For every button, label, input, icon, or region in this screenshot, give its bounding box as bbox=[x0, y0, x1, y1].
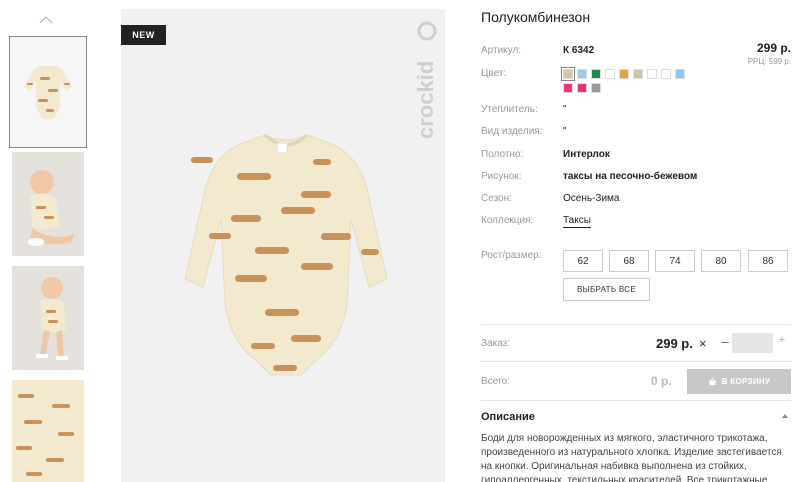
divider bbox=[481, 361, 791, 362]
main-product-image[interactable]: NEW crockid bbox=[121, 9, 445, 482]
size-option-68[interactable]: 68 bbox=[609, 250, 649, 272]
color-swatch-8[interactable] bbox=[661, 69, 671, 79]
pattern-value: таксы на песочно-бежевом bbox=[563, 171, 698, 182]
article-value: К 6342 bbox=[563, 45, 595, 56]
rrp-price: РРЦ: 599 р. bbox=[747, 57, 791, 66]
fabric-label: Полотно: bbox=[481, 149, 524, 160]
new-badge: NEW bbox=[121, 25, 166, 45]
description-title: Описание bbox=[481, 411, 535, 423]
total-value: 0 р. bbox=[651, 374, 672, 388]
order-label: Заказ: bbox=[481, 338, 511, 349]
size-option-74[interactable]: 74 bbox=[655, 250, 695, 272]
insulation-value: " bbox=[563, 104, 567, 115]
color-swatch-3[interactable] bbox=[591, 69, 601, 79]
add-to-cart-label: В КОРЗИНУ bbox=[721, 377, 771, 386]
type-value: " bbox=[563, 126, 567, 137]
insulation-label: Утеплитель: bbox=[481, 104, 538, 115]
season-label: Сезон: bbox=[481, 193, 512, 204]
divider bbox=[481, 400, 791, 401]
total-label: Всего: bbox=[481, 376, 510, 387]
quantity-input[interactable] bbox=[732, 333, 773, 353]
baby-sitting-thumbnail-image bbox=[12, 152, 84, 256]
bodysuit-thumbnail-image bbox=[10, 37, 86, 147]
fabric-pattern-thumbnail-image bbox=[12, 380, 84, 482]
chevron-up-icon[interactable] bbox=[38, 12, 54, 28]
svg-text:crockid: crockid bbox=[415, 61, 438, 139]
product-title: Полукомбинезон bbox=[481, 9, 591, 25]
color-swatch-11[interactable] bbox=[577, 83, 587, 93]
type-label: Вид изделия: bbox=[481, 126, 543, 137]
bodysuit-image bbox=[184, 133, 388, 376]
color-swatch-10[interactable] bbox=[563, 83, 573, 93]
article-label: Артикул: bbox=[481, 45, 522, 56]
basket-icon bbox=[708, 378, 716, 386]
product-price: 299 р. bbox=[756, 41, 791, 55]
divider bbox=[481, 324, 791, 325]
collection-label: Коллекция: bbox=[481, 215, 534, 226]
thumbnail-2[interactable] bbox=[12, 152, 84, 256]
fabric-value: Интерлок bbox=[563, 149, 610, 160]
pattern-label: Рисунок: bbox=[481, 171, 522, 182]
color-swatch-1[interactable] bbox=[561, 67, 575, 81]
color-swatch-2[interactable] bbox=[577, 69, 587, 79]
thumbnail-1[interactable] bbox=[9, 36, 87, 148]
thumbnail-4[interactable] bbox=[12, 380, 84, 482]
select-all-sizes-button[interactable]: ВЫБРАТЬ ВСЕ bbox=[563, 278, 650, 301]
color-swatch-5[interactable] bbox=[619, 69, 629, 79]
order-price: 299 р. bbox=[656, 336, 693, 351]
thumbnail-3[interactable] bbox=[12, 266, 84, 370]
color-label: Цвет: bbox=[481, 68, 507, 79]
caret-up-icon[interactable] bbox=[781, 412, 789, 420]
quantity-increase-button[interactable]: + bbox=[776, 334, 788, 352]
color-swatch-9[interactable] bbox=[675, 69, 685, 79]
color-swatch-4[interactable] bbox=[605, 69, 615, 79]
collection-link[interactable]: Таксы bbox=[563, 215, 591, 228]
brand-logo: crockid bbox=[415, 21, 438, 139]
color-swatch-12[interactable] bbox=[591, 83, 601, 93]
baby-standing-thumbnail-image bbox=[12, 266, 84, 370]
color-swatch-7[interactable] bbox=[647, 69, 657, 79]
size-option-80[interactable]: 80 bbox=[701, 250, 741, 272]
season-value: Осень-Зима bbox=[563, 193, 620, 204]
size-option-62[interactable]: 62 bbox=[563, 250, 603, 272]
size-label: Рост/размер: bbox=[481, 250, 542, 261]
color-swatch-6[interactable] bbox=[633, 69, 643, 79]
size-option-86[interactable]: 86 bbox=[748, 250, 788, 272]
multiply-sign: × bbox=[699, 336, 707, 351]
description-text: Боди для новорожденных из мягкого, эласт… bbox=[481, 433, 782, 482]
add-to-cart-button[interactable]: В КОРЗИНУ bbox=[687, 369, 791, 394]
quantity-decrease-button[interactable]: – bbox=[718, 334, 732, 352]
